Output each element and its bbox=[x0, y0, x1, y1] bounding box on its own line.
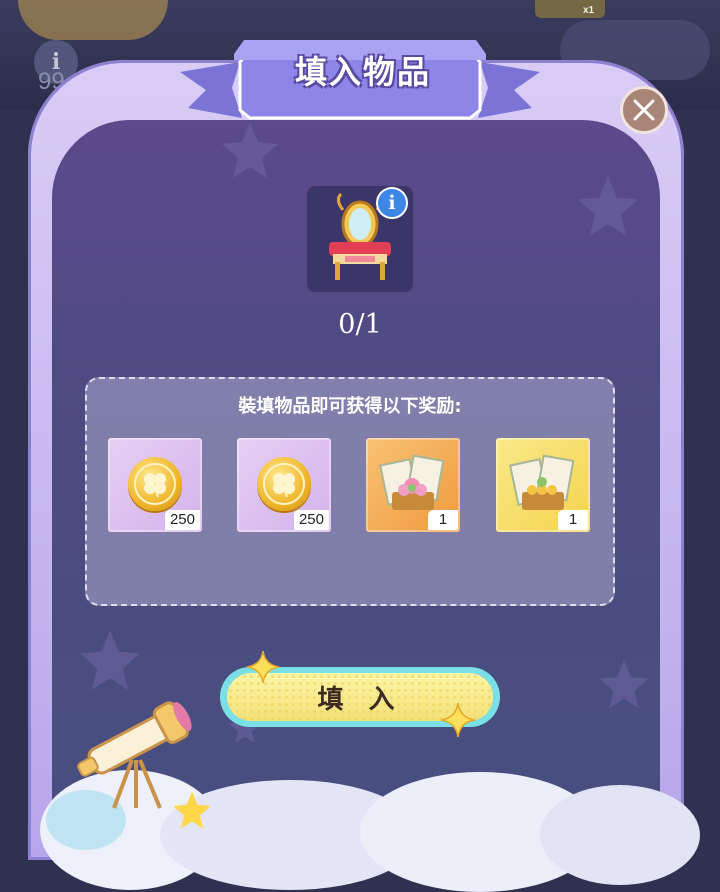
close-icon bbox=[633, 99, 655, 121]
star-decoration bbox=[80, 630, 140, 690]
clover-coin-icon bbox=[128, 457, 182, 511]
chip-count: x1 bbox=[583, 5, 595, 16]
dialog-title: 填入物品 bbox=[294, 53, 431, 91]
reward-item[interactable]: 250 bbox=[108, 438, 202, 532]
reward-quantity: 250 bbox=[164, 510, 200, 530]
reward-item[interactable]: 1 bbox=[496, 438, 590, 532]
star-decoration bbox=[578, 176, 638, 236]
star-decoration bbox=[222, 122, 278, 178]
background-chip bbox=[535, 0, 605, 18]
cloud-decoration bbox=[540, 785, 700, 885]
background-badge bbox=[18, 0, 168, 40]
close-button[interactable] bbox=[620, 86, 668, 134]
star-decoration bbox=[599, 659, 649, 709]
clover-coin-icon bbox=[257, 457, 311, 511]
item-progress: 0/1 bbox=[338, 309, 382, 340]
reward-item[interactable]: 1 bbox=[366, 438, 460, 532]
reward-heading: 裝填物品即可获得以下奖励: bbox=[238, 396, 462, 417]
reward-quantity: 250 bbox=[293, 510, 329, 530]
sparkle-icon bbox=[246, 650, 280, 684]
reward-item[interactable]: 250 bbox=[237, 438, 331, 532]
photo-card-pack-icon bbox=[378, 454, 445, 510]
photo-card-pack-icon bbox=[508, 454, 575, 510]
reward-quantity: 1 bbox=[428, 510, 458, 530]
sparkle-icon bbox=[440, 702, 476, 738]
star-sparkle bbox=[173, 791, 211, 829]
reward-quantity: 1 bbox=[558, 510, 588, 530]
info-button[interactable]: i bbox=[376, 187, 408, 219]
